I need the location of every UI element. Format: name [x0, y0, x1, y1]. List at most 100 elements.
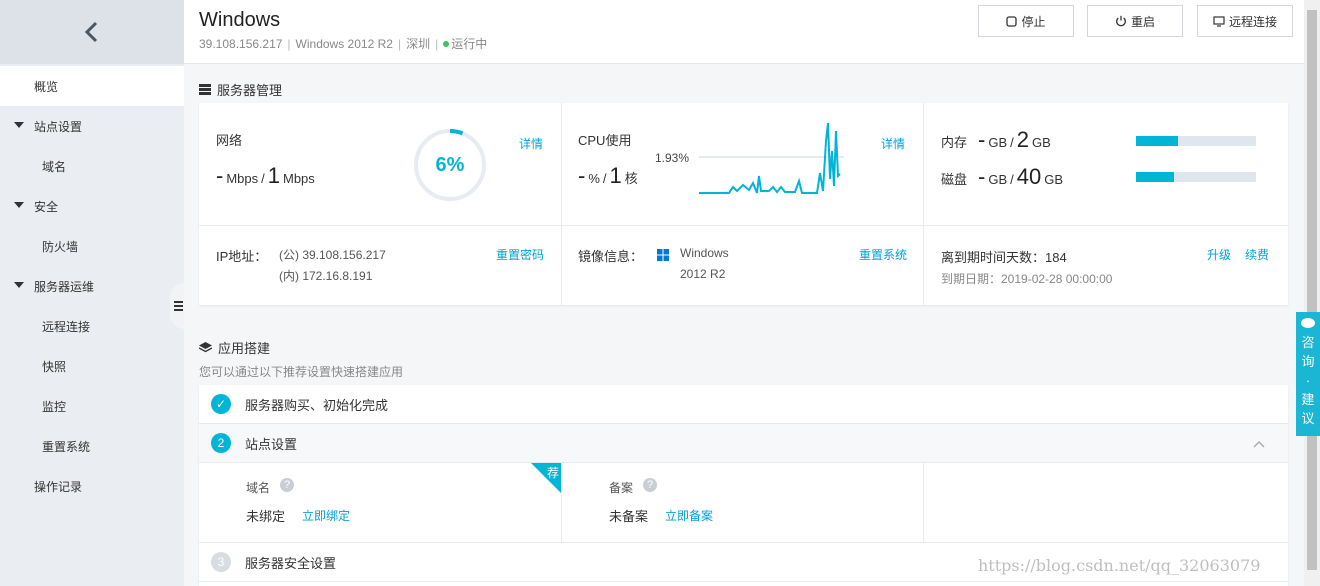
sidebar-item-label: 站点设置	[34, 119, 83, 134]
consult-char: 咨	[1301, 335, 1315, 350]
separator: /	[1010, 172, 1014, 187]
disk-usage-fill	[1136, 172, 1175, 182]
disk-total-unit: GB	[1044, 172, 1064, 187]
help-icon[interactable]: ?	[280, 478, 294, 492]
cpu-peak-label: 1.93%	[655, 151, 690, 165]
chevron-up-icon[interactable]	[1253, 440, 1265, 448]
stop-icon	[1006, 15, 1018, 27]
separator: /	[1010, 135, 1014, 150]
sidebar-item-label: 重置系统	[42, 439, 91, 454]
sidebar-item-label: 远程连接	[42, 319, 91, 334]
restart-button[interactable]: 重启	[1087, 5, 1183, 37]
scrollbar[interactable]	[1304, 0, 1320, 586]
step-server-ready[interactable]: ✓ 服务器购买、初始化完成	[199, 385, 1288, 424]
instance-os: Windows 2012 R2	[295, 36, 393, 51]
disk-total: 40	[1016, 164, 1042, 189]
app-build-title: 应用搭建	[199, 338, 270, 357]
memory-unit: GB	[988, 135, 1008, 150]
section-title-text: 服务器管理	[217, 83, 283, 98]
page-title: Windows	[199, 9, 281, 31]
reset-system-link[interactable]: 重置系统	[859, 246, 907, 263]
separator: |	[287, 36, 291, 51]
cpu-detail-link[interactable]: 详情	[881, 135, 905, 152]
windows-logo-icon	[657, 249, 669, 261]
server-panel: 网络 - Mbps / 1 Mbps 6% 详情 CPU使用 -% / 1核 1.9…	[199, 103, 1288, 305]
sidebar-item-site-settings[interactable]: 站点设置	[0, 106, 184, 146]
sidebar-item-firewall[interactable]: 防火墙	[0, 226, 184, 266]
divider	[199, 225, 1288, 226]
sidebar-item-overview[interactable]: 概览	[0, 66, 184, 106]
sidebar-item-label: 概览	[34, 79, 59, 94]
sidebar-item-label: 防火墙	[42, 239, 79, 254]
sidebar-item-label: 监控	[42, 399, 67, 414]
memory-total: 2	[1016, 127, 1030, 152]
sidebar-item-server-ops[interactable]: 服务器运维	[0, 266, 184, 306]
stop-button-label: 停止	[1021, 14, 1046, 29]
consult-char: 询	[1301, 354, 1315, 369]
remote-connect-button[interactable]: 远程连接	[1197, 5, 1293, 37]
help-icon[interactable]: ?	[643, 478, 657, 492]
sidebar-item-label: 安全	[34, 199, 59, 214]
step-label: 服务器安全设置	[245, 555, 337, 571]
network-label: 网络	[216, 133, 243, 148]
recommend-badge-text: 荐	[546, 466, 559, 480]
reset-password-link[interactable]: 重置密码	[496, 246, 544, 263]
step-site-settings[interactable]: 2 站点设置	[199, 424, 1288, 463]
network-percent: 6%	[435, 153, 465, 176]
chat-icon	[1301, 318, 1315, 328]
scrollbar-thumb[interactable]	[1307, 10, 1317, 570]
menu-icon	[173, 305, 183, 307]
divider	[923, 103, 924, 305]
disk-label: 磁盘	[941, 172, 968, 187]
check-icon: ✓	[211, 394, 231, 414]
instance-info: 39.108.156.217 | Windows 2012 R2 | 深圳 | 运行中	[199, 35, 487, 52]
sidebar-item-security[interactable]: 安全	[0, 186, 184, 226]
sidebar-item-monitor[interactable]: 监控	[0, 386, 184, 426]
network-detail-link[interactable]: 详情	[519, 135, 543, 152]
sidebar-item-domain[interactable]: 域名	[0, 146, 184, 186]
network-unit: Mbps	[226, 171, 259, 186]
beian-link[interactable]: 立即备案	[665, 507, 713, 524]
page-header: Windows 39.108.156.217 | Windows 2012 R2 |…	[184, 0, 1304, 64]
expire-days: 离到期时间天数：184	[941, 250, 1067, 265]
power-icon	[1116, 15, 1126, 27]
status-dot-icon	[443, 40, 450, 47]
cpu-used: -	[578, 163, 586, 188]
disk-usage-bar	[1136, 172, 1256, 182]
sidebar-item-label: 域名	[42, 159, 67, 174]
consult-feedback-button[interactable]: 咨 询 · 建 议	[1296, 312, 1320, 436]
sidebar-item-reset-system[interactable]: 重置系统	[0, 426, 184, 466]
image-label: 镜像信息：	[578, 249, 644, 264]
disk-used: -	[978, 164, 986, 189]
network-value: - Mbps / 1 Mbps	[216, 163, 315, 189]
watermark: https://blog.csdn.net/qq_32063079	[978, 556, 1261, 575]
memory-usage-fill	[1136, 136, 1178, 146]
step-number: 2	[211, 433, 231, 453]
recommend-badge: 荐	[531, 463, 561, 493]
consult-char: 建	[1301, 392, 1315, 407]
upgrade-link[interactable]: 升级	[1207, 246, 1231, 263]
memory-used: -	[978, 127, 986, 152]
ip-label: IP地址：	[216, 249, 268, 264]
step-label: 服务器购买、初始化完成	[245, 397, 389, 413]
network-gauge: 6%	[413, 128, 487, 202]
cpu-label: CPU使用	[578, 133, 632, 148]
bind-domain-link[interactable]: 立即绑定	[302, 507, 350, 524]
sidebar-item-operation-log[interactable]: 操作记录	[0, 466, 184, 506]
divider	[561, 103, 562, 305]
stop-button[interactable]: 停止	[978, 5, 1074, 37]
section-title-text: 应用搭建	[218, 341, 271, 356]
sidebar-item-label: 快照	[42, 359, 67, 374]
monitor-icon	[1213, 15, 1225, 27]
public-ip: (公) 39.108.156.217	[279, 248, 386, 262]
sidebar-item-snapshot[interactable]: 快照	[0, 346, 184, 386]
back-button[interactable]	[0, 0, 184, 64]
disk-value: 磁盘 - GB / 40 GB	[941, 164, 1063, 190]
sidebar-item-remote[interactable]: 远程连接	[0, 306, 184, 346]
renew-link[interactable]: 续费	[1245, 246, 1269, 263]
memory-total-unit: GB	[1032, 135, 1051, 150]
beian-label: 备案	[609, 481, 634, 495]
disk-unit: GB	[988, 172, 1008, 187]
domain-status: 未绑定	[246, 509, 286, 524]
caret-down-icon	[14, 122, 24, 128]
